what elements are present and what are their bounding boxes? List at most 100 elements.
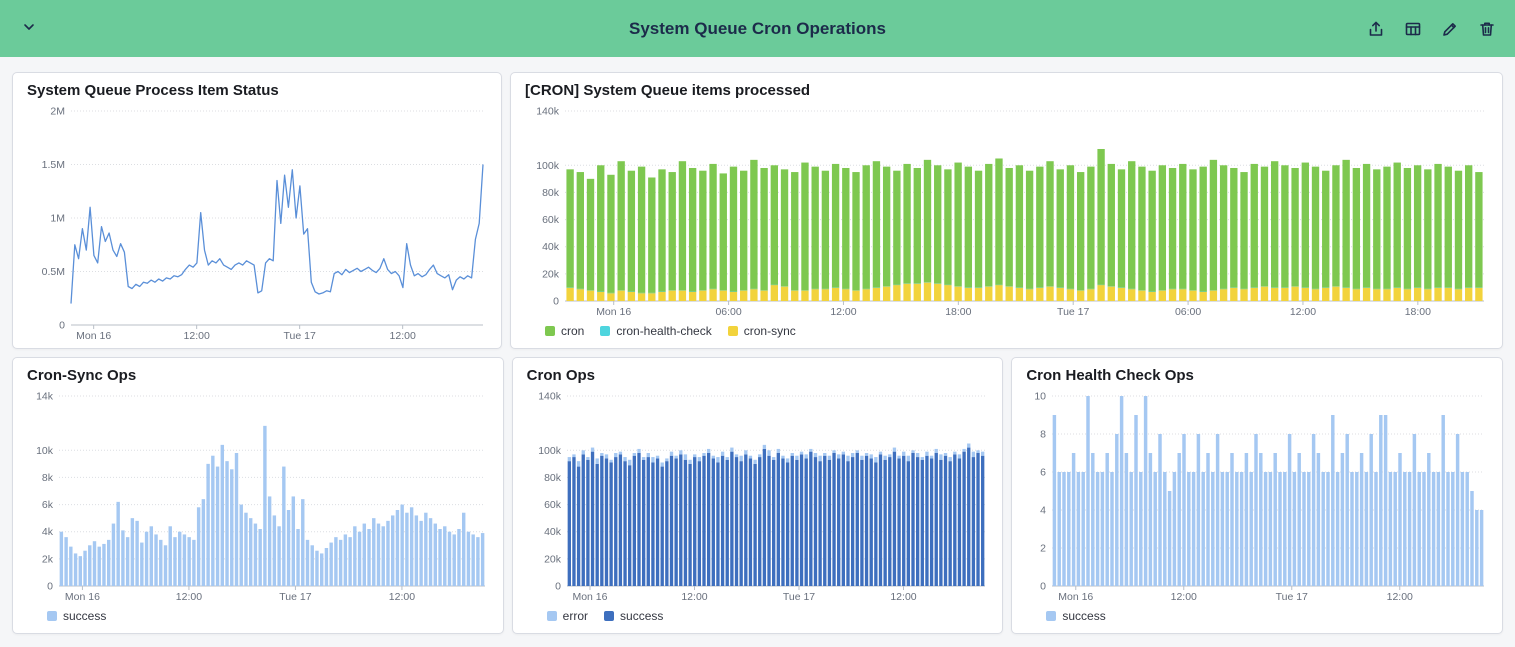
svg-text:0.5M: 0.5M <box>42 266 65 278</box>
svg-text:06:00: 06:00 <box>715 306 741 318</box>
svg-text:Mon 16: Mon 16 <box>572 591 607 603</box>
table-view-button[interactable] <box>1401 17 1425 41</box>
dashboard-row-top: System Queue Process Item Status 0 0.5M 1M… <box>12 72 1503 349</box>
svg-text:40k: 40k <box>542 241 560 253</box>
items-processed-legend: cron cron-health-check cron-sync <box>523 319 1490 343</box>
panel-title-cron-health-check-ops[interactable]: Cron Health Check Ops <box>1024 367 1490 388</box>
svg-text:06:00: 06:00 <box>1175 306 1201 318</box>
svg-text:12:00: 12:00 <box>681 591 707 603</box>
legend-item-success[interactable]: success <box>604 609 663 623</box>
svg-text:0: 0 <box>59 320 65 332</box>
svg-text:Mon 16: Mon 16 <box>65 591 100 603</box>
panel-items-processed: [CRON] System Queue items processed 0 20k… <box>510 72 1503 349</box>
table-icon <box>1404 20 1422 38</box>
panel-title-cron-ops[interactable]: Cron Ops <box>525 367 991 388</box>
legend-swatch <box>545 326 555 336</box>
dashboard-row-bottom: Cron-Sync Ops 0 2k 4k 6k 8k 10k 14k Mon 16 12:00… <box>12 357 1503 634</box>
svg-text:0: 0 <box>1041 581 1047 593</box>
cron-ops-bar-chart[interactable]: 020k40k60k80k100k140kMon 1612:00Tue 1712… <box>525 388 991 604</box>
svg-text:14k: 14k <box>36 391 54 403</box>
svg-text:Mon 16: Mon 16 <box>596 306 631 318</box>
panel-cron-ops: Cron Ops 0 20k 40k 60k 80k 100k 140k Mon 16 12:0… <box>512 357 1004 634</box>
legend-swatch <box>604 611 614 621</box>
legend-item-cron[interactable]: cron <box>545 324 584 338</box>
svg-text:Tue 17: Tue 17 <box>279 591 311 603</box>
legend-item-success[interactable]: success <box>1046 609 1105 623</box>
svg-text:18:00: 18:00 <box>945 306 971 318</box>
dashboard-body: System Queue Process Item Status 0 0.5M 1M… <box>0 57 1515 647</box>
legend-item-success[interactable]: success <box>47 609 106 623</box>
svg-text:2k: 2k <box>42 553 54 565</box>
svg-text:12:00: 12:00 <box>1171 591 1197 603</box>
svg-text:18:00: 18:00 <box>1405 306 1431 318</box>
svg-text:12:00: 12:00 <box>1290 306 1316 318</box>
svg-text:6k: 6k <box>42 499 54 511</box>
svg-text:0: 0 <box>47 581 53 593</box>
svg-text:80k: 80k <box>542 187 560 199</box>
dashboard-header: System Queue Cron Operations <box>0 0 1515 57</box>
svg-text:12:00: 12:00 <box>184 330 210 342</box>
panel-cron-sync-ops: Cron-Sync Ops 0 2k 4k 6k 8k 10k 14k Mon 16 12:00… <box>12 357 504 634</box>
panel-title-items-processed[interactable]: [CRON] System Queue items processed <box>523 82 1490 103</box>
legend-label: cron-sync <box>744 324 796 338</box>
legend-swatch <box>47 611 57 621</box>
svg-text:Tue 17: Tue 17 <box>1276 591 1308 603</box>
svg-text:4: 4 <box>1041 505 1047 517</box>
svg-text:140k: 140k <box>536 106 560 118</box>
legend-item-error[interactable]: error <box>547 609 588 623</box>
items-processed-bar-chart[interactable]: 0 20k 40k 60k 80k 100k 140k Mon 16 06:00 12:00 18:… <box>523 103 1490 319</box>
svg-text:2M: 2M <box>50 106 65 118</box>
panel-queue-status: System Queue Process Item Status 0 0.5M 1M… <box>12 72 502 349</box>
edit-button[interactable] <box>1438 17 1462 41</box>
svg-text:12:00: 12:00 <box>390 330 416 342</box>
svg-text:Tue 17: Tue 17 <box>284 330 316 342</box>
svg-text:20k: 20k <box>544 553 562 565</box>
svg-text:60k: 60k <box>544 499 562 511</box>
svg-text:Tue 17: Tue 17 <box>783 591 815 603</box>
legend-swatch <box>600 326 610 336</box>
legend-item-cron-health-check[interactable]: cron-health-check <box>600 324 711 338</box>
legend-label: success <box>63 609 106 623</box>
queue-status-line-chart[interactable]: 00.5M1M1.5M2MMon 1612:00Tue 1712:00 <box>25 103 489 343</box>
legend-swatch <box>728 326 738 336</box>
svg-text:10: 10 <box>1035 391 1047 403</box>
collapse-chevron-button[interactable] <box>16 14 42 43</box>
svg-text:60k: 60k <box>542 214 560 226</box>
cron-health-check-legend: success <box>1024 604 1490 628</box>
svg-text:Mon 16: Mon 16 <box>1059 591 1094 603</box>
panel-title-queue-status[interactable]: System Queue Process Item Status <box>25 82 489 103</box>
dashboard-title: System Queue Cron Operations <box>0 19 1515 39</box>
svg-text:1M: 1M <box>50 213 65 225</box>
svg-text:Tue 17: Tue 17 <box>1057 306 1089 318</box>
legend-swatch <box>1046 611 1056 621</box>
svg-text:0: 0 <box>553 296 559 308</box>
svg-text:4k: 4k <box>42 526 54 538</box>
edit-icon <box>1441 20 1459 38</box>
svg-text:100k: 100k <box>538 445 562 457</box>
cron-health-check-bar-chart[interactable]: 0246810Mon 1612:00Tue 1712:00 <box>1024 388 1490 604</box>
svg-text:20k: 20k <box>542 268 560 280</box>
svg-text:0: 0 <box>555 581 561 593</box>
share-icon <box>1367 20 1385 38</box>
cron-ops-legend: error success <box>525 604 991 628</box>
delete-icon <box>1478 20 1496 38</box>
svg-text:12:00: 12:00 <box>389 591 415 603</box>
cron-sync-ops-bar-chart[interactable]: 02k4k6k8k10k14kMon 1612:00Tue 1712:00 <box>25 388 491 604</box>
legend-label: cron-health-check <box>616 324 711 338</box>
svg-text:140k: 140k <box>538 391 562 403</box>
legend-item-cron-sync[interactable]: cron-sync <box>728 324 796 338</box>
svg-text:100k: 100k <box>536 160 560 172</box>
share-button[interactable] <box>1364 17 1388 41</box>
svg-text:40k: 40k <box>544 526 562 538</box>
legend-label: success <box>1062 609 1105 623</box>
legend-swatch <box>547 611 557 621</box>
panel-title-cron-sync-ops[interactable]: Cron-Sync Ops <box>25 367 491 388</box>
svg-text:8k: 8k <box>42 472 54 484</box>
svg-text:10k: 10k <box>36 445 54 457</box>
svg-text:2: 2 <box>1041 543 1047 555</box>
svg-text:1.5M: 1.5M <box>42 159 65 171</box>
svg-text:80k: 80k <box>544 472 562 484</box>
svg-text:12:00: 12:00 <box>1387 591 1413 603</box>
delete-button[interactable] <box>1475 17 1499 41</box>
chevron-down-icon <box>20 18 38 36</box>
